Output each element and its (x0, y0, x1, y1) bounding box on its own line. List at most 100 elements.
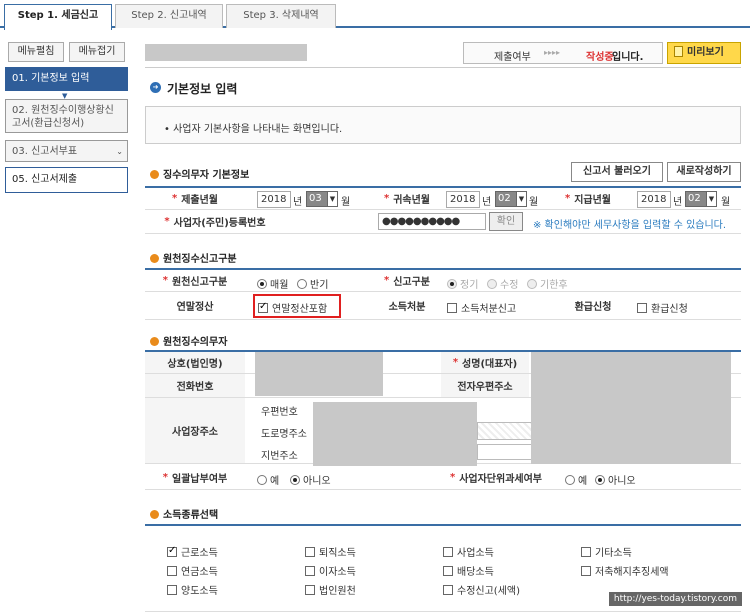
belong-year-input[interactable]: 2018 (446, 191, 480, 208)
income-type-pension[interactable]: 연금소득 (167, 563, 218, 578)
sidebar-item-label: 03. 신고서부표 (12, 146, 78, 157)
chevron-down-icon: ⌄ (116, 147, 123, 156)
checkbox-label: 연말정산포함 (272, 304, 328, 315)
radio-icon (565, 475, 575, 485)
radio-label: 수정 (500, 280, 519, 291)
checkbox-icon (447, 303, 457, 313)
checkbox-label: 퇴직소득 (319, 548, 356, 559)
checkbox-label: 양도소득 (181, 586, 218, 597)
preview-button[interactable]: 미리보기 (667, 42, 741, 64)
redacted-block (313, 402, 477, 466)
regno-input[interactable]: ●●●●●●●●●● (378, 213, 486, 230)
document-icon (674, 46, 683, 57)
year-unit: 년 (673, 197, 683, 208)
label-text: 일괄납부여부 (172, 474, 228, 485)
label-text: 신고구분 (393, 277, 431, 288)
radio-unit-yes[interactable]: 예 (565, 472, 587, 487)
submit-label: 제출여부 (494, 52, 531, 63)
radio-icon (257, 279, 267, 289)
checkbox-icon (167, 566, 177, 576)
income-type-earned[interactable]: 근로소득 (167, 544, 218, 559)
checkbox-label: 저축해지추징세액 (595, 567, 669, 578)
chevron-down-icon: ▼ (327, 191, 338, 207)
checkbox-icon (581, 547, 591, 557)
submit-year-input[interactable]: 2018 (257, 191, 291, 208)
info-text-value: 사업자 기본사항을 나타내는 화면입니다. (173, 124, 343, 135)
checkbox-label: 사업소득 (457, 548, 494, 559)
menu-expand-button[interactable]: 메뉴펼침 (8, 42, 64, 62)
refund-checkbox[interactable]: 환급신청 (637, 300, 688, 315)
radio-icon (297, 279, 307, 289)
confirm-button[interactable]: 확인 (489, 212, 523, 231)
step-tabs: Step 1. 세금신고 Step 2. 신고내역 Step 3. 삭제내역 (0, 0, 750, 30)
phone-label: 전화번호 (145, 374, 245, 397)
confirm-hint: ※ 확인해야만 세무사항을 입력할 수 있습니다. (533, 220, 727, 231)
tab-step3[interactable]: Step 3. 삭제내역 (226, 4, 336, 28)
arrow-right-icon: ➜ (150, 82, 161, 93)
menu-collapse-button[interactable]: 메뉴접기 (69, 42, 125, 62)
income-type-corporate[interactable]: 법인원천 (305, 582, 356, 597)
refund-label: 환급신청 (574, 302, 612, 313)
load-report-button[interactable]: 신고서 불러오기 (571, 162, 663, 182)
radio-unit-no[interactable]: 아니오 (595, 472, 636, 487)
radio-label: 반기 (310, 280, 329, 291)
month-value: 03 (309, 193, 322, 204)
status-suffix: 입니다. (612, 52, 644, 63)
lot-label: 지번주소 (261, 451, 298, 462)
company-label: 상호(법인명) (145, 352, 245, 373)
pay-month-select[interactable]: 02 ▼ (685, 191, 717, 207)
income-type-interest[interactable]: 이자소득 (305, 563, 356, 578)
section-title-text: 원천징수의무자 (163, 337, 228, 348)
sidebar-item-submit[interactable]: 05. 신고서제출 (5, 167, 128, 193)
section-title-withholding: 원천징수신고구분 (150, 250, 237, 265)
radio-monthly[interactable]: 매월 (257, 276, 288, 291)
radio-late[interactable]: 기한후 (527, 276, 568, 291)
sidebar-item-basic-info[interactable]: 01. 기본정보 입력 (5, 67, 128, 91)
sidebar-item-withholding-report[interactable]: 02. 원천징수이행상황신고서(환급신청서) (5, 99, 128, 133)
checkbox-label: 소득처분신고 (461, 304, 517, 315)
radio-half[interactable]: 반기 (297, 276, 328, 291)
new-report-button[interactable]: 새로작성하기 (667, 162, 741, 182)
section-title-text: 징수의무자 기본정보 (163, 170, 250, 181)
pay-year-input[interactable]: 2018 (637, 191, 671, 208)
income-disposal-checkbox[interactable]: 소득처분신고 (447, 300, 516, 315)
radio-label: 예 (270, 476, 280, 487)
ceo-label: * 성명(대표자) (441, 352, 529, 373)
radio-lump-yes[interactable]: 예 (257, 472, 279, 487)
submit-status-box: 제출여부 ▸▸▸▸ 작성중 입니다. (463, 42, 663, 64)
tab-step1[interactable]: Step 1. 세금신고 (4, 4, 112, 30)
yearend-checkbox[interactable]: 연말정산포함 (258, 300, 327, 315)
radio-icon (527, 279, 537, 289)
checkbox-icon (167, 545, 177, 557)
income-type-dividend[interactable]: 배당소득 (443, 563, 494, 578)
status-text: 작성중 (586, 52, 614, 63)
arrows-icon: ▸▸▸▸ (544, 48, 561, 57)
bullet-icon (150, 337, 159, 346)
checkbox-icon (258, 301, 268, 313)
radio-label: 기한후 (540, 280, 568, 291)
lump-label: * 일괄납부여부 (162, 472, 228, 485)
belong-month-select[interactable]: 02 ▼ (495, 191, 527, 207)
radio-label: 예 (578, 476, 588, 487)
income-type-transfer[interactable]: 양도소득 (167, 582, 218, 597)
income-type-business[interactable]: 사업소득 (443, 544, 494, 559)
income-type-other[interactable]: 기타소득 (581, 544, 632, 559)
radio-regular[interactable]: 정기 (447, 276, 478, 291)
radio-amend[interactable]: 수정 (487, 276, 518, 291)
income-type-savings-penalty[interactable]: 저축해지추징세액 (581, 563, 669, 578)
income-type-retirement[interactable]: 퇴직소득 (305, 544, 356, 559)
label-text: 귀속년월 (393, 195, 431, 206)
radio-lump-no[interactable]: 아니오 (290, 472, 331, 487)
checkbox-icon (305, 566, 315, 576)
income-disposal-label: 소득처분 (388, 302, 426, 313)
tab-step2[interactable]: Step 2. 신고내역 (115, 4, 223, 28)
income-type-amended[interactable]: 수정신고(세액) (443, 582, 520, 597)
section-title-text: 원천징수신고구분 (163, 254, 237, 265)
month-unit: 월 (529, 197, 539, 208)
chevron-down-icon: ▼ (706, 191, 717, 207)
label-text: 성명(대표자) (462, 359, 518, 370)
checkbox-icon (167, 585, 177, 595)
radio-icon (290, 475, 300, 485)
submit-month-select[interactable]: 03 ▼ (306, 191, 338, 207)
sidebar-item-attachment[interactable]: 03. 신고서부표 ⌄ (5, 140, 128, 162)
